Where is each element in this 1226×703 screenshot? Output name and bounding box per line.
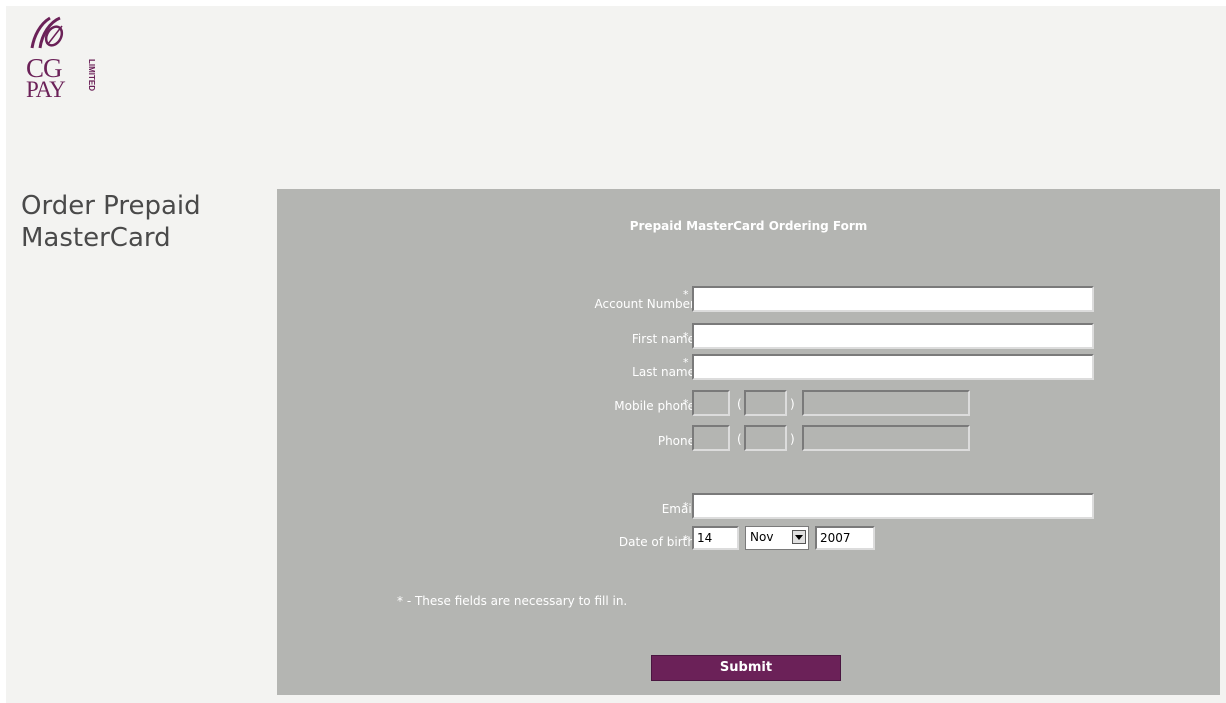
dropdown-arrow-icon[interactable] <box>792 530 806 544</box>
submit-button[interactable]: Submit <box>651 655 841 681</box>
required-mark: * <box>683 356 689 369</box>
phone-row: Phone ( ) <box>277 425 1220 451</box>
birth-day-input[interactable] <box>692 526 739 550</box>
account-number-row: Account Number * <box>277 286 1220 312</box>
logo-text: CG PAY <box>26 55 66 102</box>
close-paren: ) <box>790 397 795 411</box>
phone-country-input[interactable] <box>692 425 730 451</box>
leaf-logo-icon <box>30 16 64 49</box>
last-name-input[interactable] <box>692 354 1094 380</box>
logo-limited: LIMITED <box>87 59 96 91</box>
close-paren: ) <box>790 432 795 446</box>
birth-month-value: Nov <box>750 530 774 544</box>
phone-area-input[interactable] <box>744 425 787 451</box>
required-mark: * <box>683 288 689 301</box>
required-mark: * <box>683 533 689 546</box>
account-number-label: Account Number <box>594 297 695 311</box>
account-number-input[interactable] <box>692 286 1094 312</box>
open-paren: ( <box>737 397 742 411</box>
first-name-row: First name * <box>277 323 1220 349</box>
required-mark: * <box>683 330 689 343</box>
email-input[interactable] <box>692 493 1094 519</box>
required-mark: * <box>683 500 689 513</box>
last-name-row: Last name * <box>277 354 1220 380</box>
cgpay-logo[interactable]: CG PAY LIMITED <box>26 12 96 132</box>
required-mark: * <box>683 397 689 410</box>
order-form-panel: Prepaid MasterCard Ordering Form Account… <box>277 189 1220 695</box>
required-fields-note: * - These fields are necessary to fill i… <box>397 594 628 608</box>
page: CG PAY LIMITED Order Prepaid MasterCard … <box>6 6 1226 703</box>
date-of-birth-row: Date of birth * Nov <box>277 526 1220 552</box>
logo-line2: PAY <box>26 77 66 102</box>
form-title: Prepaid MasterCard Ordering Form <box>629 219 868 233</box>
birth-year-input[interactable] <box>815 526 875 550</box>
mobile-phone-country-input[interactable] <box>692 390 730 416</box>
phone-number-input[interactable] <box>802 425 970 451</box>
birth-month-select[interactable]: Nov <box>745 526 809 550</box>
email-label: Email <box>661 502 695 516</box>
first-name-input[interactable] <box>692 323 1094 349</box>
mobile-phone-row: Mobile phone * ( ) <box>277 390 1220 416</box>
open-paren: ( <box>737 432 742 446</box>
mobile-phone-number-input[interactable] <box>802 390 970 416</box>
page-title: Order Prepaid MasterCard <box>21 191 201 253</box>
mobile-phone-area-input[interactable] <box>744 390 787 416</box>
phone-label: Phone <box>657 434 695 448</box>
email-row: Email * <box>277 493 1220 519</box>
